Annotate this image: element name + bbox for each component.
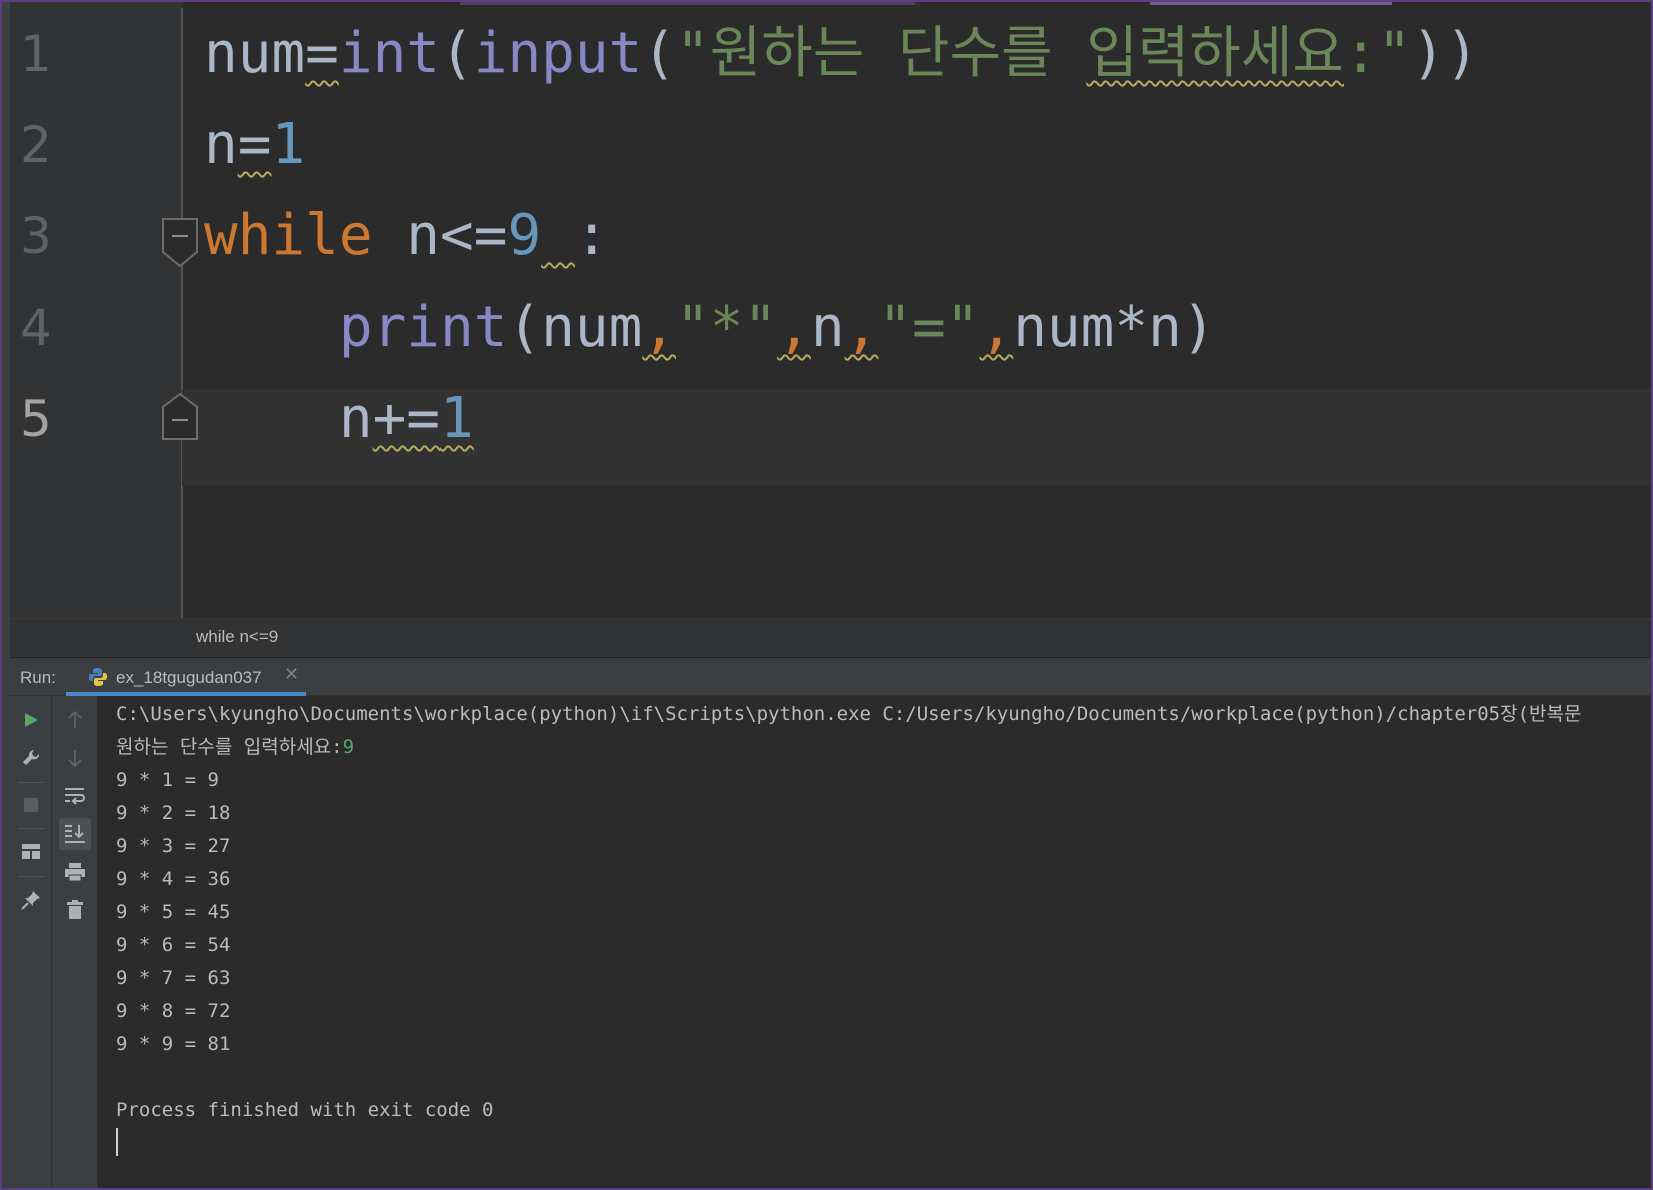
console-output-line: 9 * 7 = 63 [116,967,231,989]
editor-tab-indicator [460,0,915,5]
wrench-icon[interactable] [15,742,47,774]
layout-icon[interactable] [15,836,47,868]
code-line-4[interactable]: print(num,"*",n,"=",num*n) [204,280,1216,376]
left-edge-strip [0,0,10,1190]
console-output-line: 9 * 4 = 36 [116,868,231,890]
stop-icon[interactable] [15,789,47,821]
code-token: ( [440,21,474,86]
line-number: 1 [20,25,52,83]
trash-icon[interactable] [59,894,91,926]
console-output-line: 9 * 6 = 54 [116,934,231,956]
python-icon [89,668,107,686]
scroll-to-end-icon[interactable] [59,818,91,850]
console-output[interactable]: C:\Users\kyungho\Documents\workplace(pyt… [98,696,1653,1190]
line-number: 2 [20,116,52,174]
code-editor[interactable]: 1 2 3 4 5 num=int(input("원하는 단수를 입력하세요:"… [10,0,1653,618]
fold-start-icon[interactable] [162,218,198,270]
code-token: )) [1411,21,1479,86]
line-number: 4 [20,299,52,357]
code-token: num [204,21,306,86]
soft-wrap-icon[interactable] [59,780,91,812]
run-label: Run: [20,668,56,687]
run-tool-window-header: Run: ex_18tgugudan037 ✕ [10,658,1653,696]
code-token: : [574,203,609,268]
line-number-current: 5 [20,390,52,448]
code-token: "=" [878,295,980,360]
run-tab-label: ex_18tgugudan037 [116,668,262,687]
up-arrow-icon[interactable] [59,704,91,736]
code-token: , [979,295,1014,360]
code-token: "*" [676,295,778,360]
editor-tab-indicator-active [1150,0,1392,5]
console-command-line: C:\Users\kyungho\Documents\workplace(pyt… [116,703,1582,725]
code-token: num*n) [1013,295,1216,360]
code-token: 입력하세요 [1086,21,1344,86]
code-token: , [844,295,879,360]
console-user-input: 9 [342,736,355,758]
code-line-2[interactable]: n=1 [204,97,305,193]
code-token: input [473,21,643,86]
code-token: = [237,112,272,177]
console-prompt-line: 원하는 단수를 입력하세요:9 [116,731,354,764]
run-tab[interactable]: ex_18tgugudan037 ✕ [66,658,306,696]
console-output-line: 9 * 5 = 45 [116,901,231,923]
console-output-line: 9 * 8 = 72 [116,1000,231,1022]
code-token: , [777,295,811,360]
down-arrow-icon[interactable] [59,742,91,774]
code-token: ( [642,21,677,86]
pin-icon[interactable] [15,884,47,916]
run-toolbar-secondary [52,696,98,1190]
console-finish-line: Process finished with exit code 0 [116,1099,494,1121]
console-output-line: 9 * 1 = 9 [116,769,219,791]
console-output-line: 9 * 9 = 81 [116,1033,231,1055]
code-token: = [305,21,339,86]
code-token: int [338,21,441,86]
console-output-line: 9 * 2 = 18 [116,802,231,824]
gutter-divider [181,8,183,618]
code-token: :" [1343,21,1412,86]
code-line-3[interactable]: while n<=9 : [204,188,609,284]
console-caret [116,1128,118,1156]
run-icon[interactable] [15,704,47,736]
code-token: print [338,295,508,360]
fold-end-icon[interactable] [162,393,198,441]
code-token: while [204,203,373,268]
breadcrumb[interactable]: while n<=9 [196,627,278,647]
run-toolbar-primary [10,696,52,1190]
code-token: n< [406,203,474,268]
code-token: , [642,295,677,360]
code-token: n [204,112,238,177]
close-icon[interactable]: ✕ [284,664,299,685]
line-number: 3 [20,207,52,265]
code-token: 9 [507,203,542,268]
code-token: 1 [271,112,306,177]
code-token: "원하는 단수를 [676,21,1087,86]
code-line-1[interactable]: num=int(input("원하는 단수를 입력하세요:")) [204,6,1479,102]
code-token: n [810,295,845,360]
console-prompt: 원하는 단수를 입력하세요: [116,736,343,758]
code-token: = [473,203,508,268]
code-line-5[interactable]: n+=1 [204,371,474,467]
code-token: n [338,386,373,451]
console-output-line: 9 * 3 = 27 [116,835,231,857]
breadcrumb-bar: while n<=9 [10,618,1653,658]
print-icon[interactable] [59,856,91,888]
code-token: (num [507,295,643,360]
code-token: 1 [440,386,474,451]
code-token: += [372,386,441,451]
